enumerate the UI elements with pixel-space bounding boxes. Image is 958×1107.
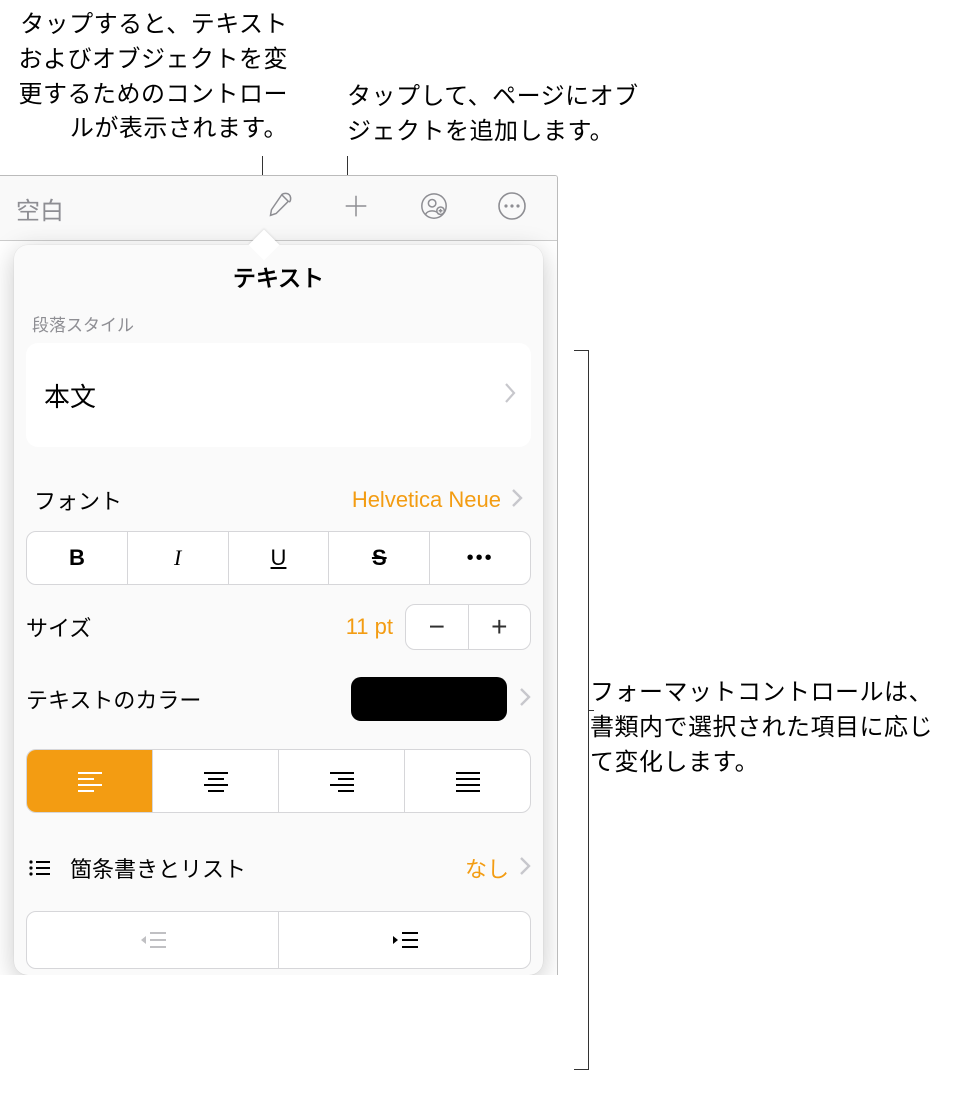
align-center-button[interactable] [153,750,279,812]
chevron-right-icon [503,382,517,409]
format-button[interactable] [239,176,317,241]
list-icon [26,859,52,877]
size-value: 11 pt [346,614,405,640]
indent-button[interactable] [279,912,530,968]
paragraph-style-label: 段落スタイル [14,311,543,343]
align-right-button[interactable] [279,750,405,812]
size-label: サイズ [26,611,91,643]
callout-format-button: タップすると、テキストおよびオブジェクトを変更するためのコントロールが表示されま… [8,8,288,147]
text-color-label: テキストのカラー [26,683,201,715]
format-popover: テキスト 段落スタイル 本文 フォント Helvetica Neue B I U… [14,245,543,975]
person-add-icon [419,191,449,226]
bullets-value: なし [465,852,509,884]
chevron-right-icon [519,687,531,712]
paragraph-style-row[interactable]: 本文 [26,343,531,447]
text-style-segment: B I U S [26,531,531,585]
app-window: 空白 テキスト 段落スタイル 本文 [0,175,558,975]
indent-segment [26,911,531,969]
insert-button[interactable] [317,176,395,241]
font-label: フォント [34,484,122,516]
bullets-lists-row[interactable]: 箇条書きとリスト なし [26,837,531,899]
strike-button[interactable]: S [329,532,430,584]
paintbrush-icon [263,191,293,226]
align-left-button[interactable] [27,750,153,812]
alignment-segment [26,749,531,813]
ellipsis-circle-icon [496,190,528,227]
callout-bracket-tick [588,710,594,711]
callout-format-panel: フォーマットコントロールは、書類内で選択された項目に応じて変化します。 [590,676,950,780]
underline-button[interactable]: U [229,532,330,584]
paragraph-style-value: 本文 [44,377,96,414]
italic-button[interactable]: I [128,532,229,584]
outdent-button[interactable] [27,912,279,968]
callout-bracket [575,350,589,1070]
size-increase-button[interactable]: + [469,605,531,649]
plus-icon [341,191,371,226]
font-row[interactable]: フォント Helvetica Neue [26,469,531,531]
align-justify-button[interactable] [405,750,530,812]
bullets-label: 箇条書きとリスト [70,852,246,884]
collaborate-button[interactable] [395,176,473,241]
more-text-style-button[interactable] [430,532,530,584]
callout-insert-button: タップして、ページにオブジェクトを追加します。 [347,80,647,150]
chevron-right-icon [511,488,523,513]
size-stepper: − + [405,604,531,650]
popover-title: テキスト [14,245,543,311]
text-color-swatch [351,677,507,721]
bold-button[interactable]: B [27,532,128,584]
font-size-row: サイズ 11 pt − + [26,595,531,659]
more-button[interactable] [473,176,551,241]
toolbar: 空白 [0,176,557,241]
font-value: Helvetica Neue [352,487,501,513]
chevron-right-icon [519,856,531,881]
text-color-row[interactable]: テキストのカラー [26,663,531,735]
document-title[interactable]: 空白 [16,191,64,226]
size-decrease-button[interactable]: − [406,605,469,649]
